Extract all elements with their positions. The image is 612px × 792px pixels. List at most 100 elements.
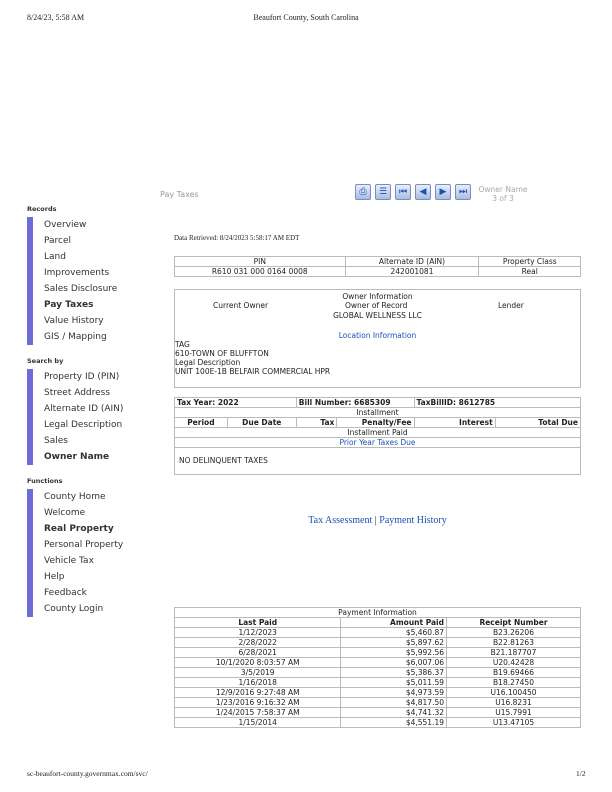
- legal-description: UNIT 100E-1B BELFAIR COMMERCIAL HPR: [175, 367, 331, 376]
- functions-nav: County Home Welcome Real Property Person…: [27, 489, 157, 617]
- records-heading: Records: [27, 205, 57, 213]
- table-row: 1/12/2023 $5,460.87 B23.26206: [173, 627, 581, 638]
- last-paid-cell: 1/23/2016 9:16:32 AM: [173, 697, 342, 708]
- table-row: 12/9/2016 9:27:48 AM $4,973.59 U16.10045…: [173, 687, 581, 698]
- functions-heading: Functions: [27, 477, 63, 485]
- last-paid-cell: 3/5/2019: [173, 667, 342, 678]
- nav-feedback[interactable]: Feedback: [27, 585, 157, 601]
- nav-legal-description[interactable]: Legal Description: [27, 417, 157, 433]
- print-icon[interactable]: ⎙: [355, 184, 371, 200]
- district: 610-TOWN OF BLUFFTON: [175, 349, 269, 358]
- current-owner-label: Current Owner: [213, 301, 269, 310]
- receipt-cell: U16.100450: [446, 687, 581, 698]
- nav-real-property[interactable]: Real Property: [27, 521, 157, 537]
- nav-gis-mapping[interactable]: GIS / Mapping: [27, 329, 157, 345]
- page-title: Pay Taxes: [160, 190, 199, 199]
- data-retrieved: Data Retrieved: 8/24/2023 5:58:17 AM EDT: [174, 234, 300, 242]
- owner-info-box: Owner Information Current Owner Owner of…: [174, 289, 581, 388]
- first-icon[interactable]: ⏮: [395, 184, 411, 200]
- payment-heading: Payment Information: [174, 607, 581, 618]
- next-icon[interactable]: ▶: [435, 184, 451, 200]
- table-row: 3/5/2019 $5,386.37 B19.69466: [173, 667, 581, 678]
- nav-alternate-id[interactable]: Alternate ID (AIN): [27, 401, 157, 417]
- table-row: 1/15/2014 $4,551.19 U13.47105: [173, 717, 581, 728]
- link-separator: |: [374, 515, 377, 526]
- nav-sales[interactable]: Sales: [27, 433, 157, 449]
- last-icon[interactable]: ⏭: [455, 184, 471, 200]
- owner-info-heading: Owner Information: [342, 292, 413, 301]
- nav-property-id[interactable]: Property ID (PIN): [27, 369, 157, 385]
- installment-heading: Installment: [174, 407, 581, 418]
- pin-table: PIN Alternate ID (AIN) Property Class R6…: [174, 256, 581, 277]
- nav-county-home[interactable]: County Home: [27, 489, 157, 505]
- tax-assessment-link[interactable]: Tax Assessment: [308, 515, 372, 526]
- nav-pay-taxes[interactable]: Pay Taxes: [27, 297, 157, 313]
- search-heading: Search by: [27, 357, 64, 365]
- nav-land[interactable]: Land: [27, 249, 157, 265]
- nav-value-history[interactable]: Value History: [27, 313, 157, 329]
- nav-county-login[interactable]: County Login: [27, 601, 157, 617]
- receipt-cell: U20.42428: [446, 657, 581, 668]
- owner-nav-position: 3 of 3: [492, 194, 514, 203]
- receipt-cell: U16.8231: [446, 697, 581, 708]
- table-row: 1/16/2018 $5,011.59 B18.27450: [173, 677, 581, 688]
- last-paid-cell: 6/28/2021: [173, 647, 342, 658]
- prior-year-taxes-link[interactable]: Prior Year Taxes Due: [174, 437, 581, 448]
- receipt-cell: B22.81263: [446, 637, 581, 648]
- list-icon[interactable]: ☰: [375, 184, 391, 200]
- last-paid-cell: 2/28/2022: [173, 637, 342, 648]
- installment-paid: Installment Paid: [174, 427, 581, 438]
- last-paid-cell: 10/1/2020 8:03:57 AM: [173, 657, 342, 668]
- tax-bill-table: Tax Year: 2022 Bill Number: 6685309 TaxB…: [174, 397, 582, 475]
- amount-cell: $5,897.62: [340, 637, 447, 648]
- amount-cell: $5,992.56: [340, 647, 447, 658]
- amount-cell: $4,817.50: [340, 697, 447, 708]
- payment-history-link[interactable]: Payment History: [379, 515, 447, 526]
- pin-section: PIN Alternate ID (AIN) Property Class R6…: [174, 256, 581, 277]
- amount-cell: $4,551.19: [340, 717, 447, 728]
- payment-table: Payment Information Last Paid Amount Pai…: [173, 607, 581, 728]
- delinquent-status: NO DELINQUENT TAXES: [174, 447, 581, 475]
- nav-street-address[interactable]: Street Address: [27, 385, 157, 401]
- class-header: Property Class: [478, 256, 581, 267]
- tax-year: Tax Year: 2022: [174, 397, 297, 408]
- tag-label: TAG: [175, 340, 190, 349]
- nav-overview[interactable]: Overview: [27, 217, 157, 233]
- legal-label: Legal Description: [175, 358, 241, 367]
- location-heading: Location Information: [338, 331, 417, 340]
- print-title: Beaufort County, South Carolina: [253, 13, 359, 22]
- amount-cell: $5,011.59: [340, 677, 447, 688]
- prev-icon[interactable]: ◀: [415, 184, 431, 200]
- nav-improvements[interactable]: Improvements: [27, 265, 157, 281]
- nav-parcel[interactable]: Parcel: [27, 233, 157, 249]
- table-row: 1/24/2015 7:58:37 AM $4,741.32 U15.7991: [173, 707, 581, 718]
- lender-label: Lender: [498, 301, 524, 310]
- col-penalty: Penalty/Fee: [336, 417, 415, 428]
- print-url: sc-beaufort-county.governmax.com/svc/: [27, 769, 148, 778]
- records-nav: Overview Parcel Land Improvements Sales …: [27, 217, 157, 345]
- last-paid-cell: 1/16/2018: [173, 677, 342, 688]
- last-paid-cell: 1/15/2014: [173, 717, 342, 728]
- amount-cell: $4,973.59: [340, 687, 447, 698]
- receipt-cell: U13.47105: [446, 717, 581, 728]
- nav-owner-name[interactable]: Owner Name: [27, 449, 157, 465]
- last-paid-cell: 12/9/2016 9:27:48 AM: [173, 687, 342, 698]
- ain-value: 242001081: [344, 266, 480, 277]
- owner-nav-indicator: Owner Name 3 of 3: [477, 185, 529, 203]
- pin-value: R610 031 000 0164 0008: [174, 266, 346, 277]
- col-last-paid: Last Paid: [173, 617, 342, 628]
- nav-help[interactable]: Help: [27, 569, 157, 585]
- print-page-number: 1/2: [576, 769, 586, 778]
- nav-welcome[interactable]: Welcome: [27, 505, 157, 521]
- amount-cell: $5,460.87: [340, 627, 447, 638]
- last-paid-cell: 1/24/2015 7:58:37 AM: [173, 707, 342, 718]
- tax-links: Tax Assessment | Payment History: [174, 515, 581, 526]
- nav-personal-property[interactable]: Personal Property: [27, 537, 157, 553]
- bill-number: Bill Number: 6685309: [295, 397, 415, 408]
- nav-vehicle-tax[interactable]: Vehicle Tax: [27, 553, 157, 569]
- amount-cell: $6,007.06: [340, 657, 447, 668]
- amount-cell: $4,741.32: [340, 707, 447, 718]
- nav-sales-disclosure[interactable]: Sales Disclosure: [27, 281, 157, 297]
- owner-name: GLOBAL WELLNESS LLC: [333, 311, 422, 320]
- col-interest: Interest: [413, 417, 496, 428]
